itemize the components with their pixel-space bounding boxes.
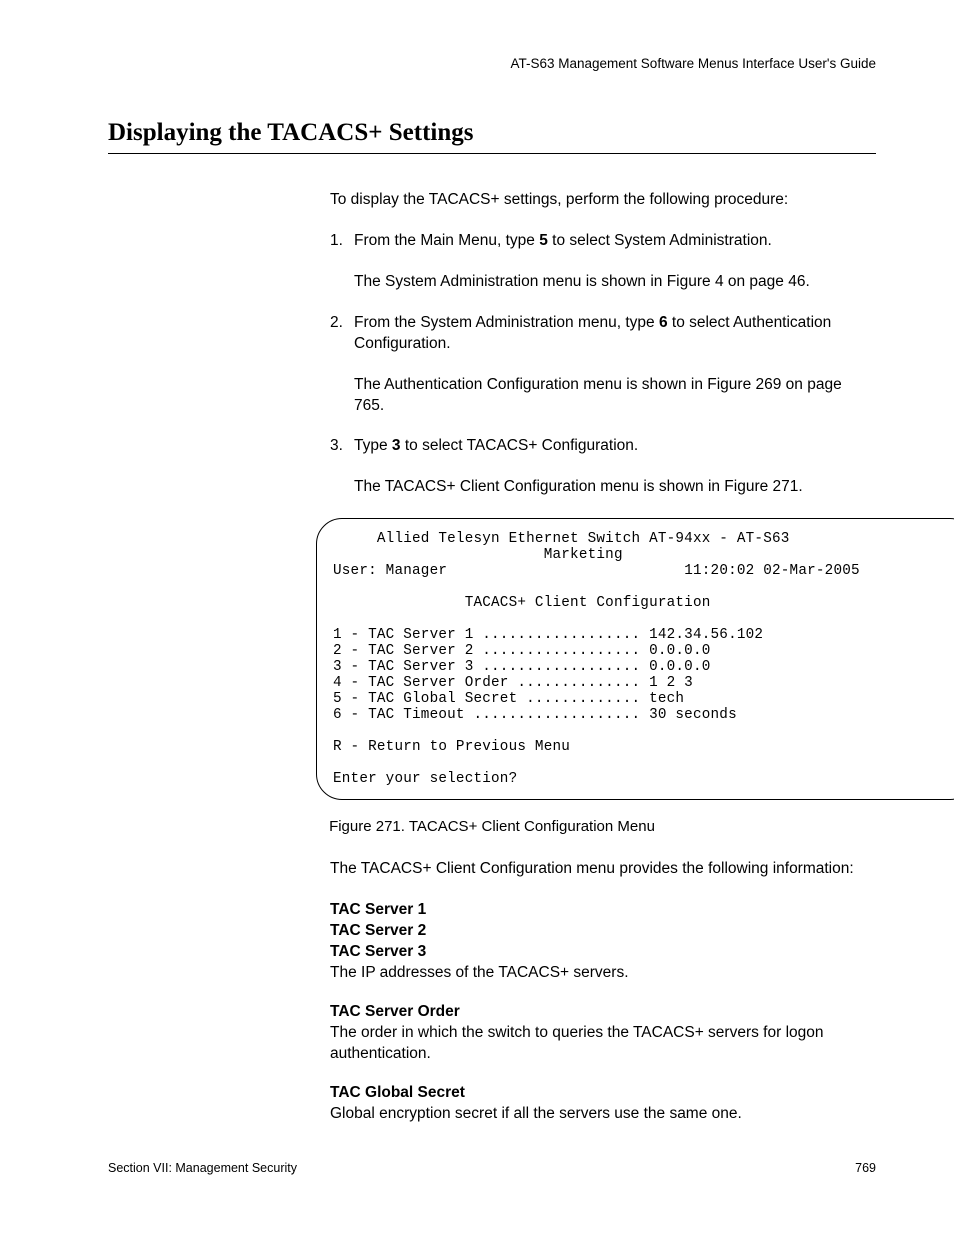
def-global-secret-heading: TAC Global Secret bbox=[330, 1083, 876, 1104]
def-tac-server-2: TAC Server 2 bbox=[330, 921, 876, 942]
menu-item-3: 3 - TAC Server 3 .................. 0.0.… bbox=[333, 659, 711, 675]
menu-item-5: 5 - TAC Global Secret ............. tech bbox=[333, 691, 684, 707]
def-global-secret-body: Global encryption secret if all the serv… bbox=[330, 1104, 876, 1125]
menu-return: R - Return to Previous Menu bbox=[333, 739, 570, 755]
step-2-key: 6 bbox=[659, 314, 668, 331]
step-3-key: 3 bbox=[392, 437, 401, 454]
step-1-note: The System Administration menu is shown … bbox=[354, 272, 876, 293]
step-3-note: The TACACS+ Client Configuration menu is… bbox=[354, 477, 876, 498]
section-title: Displaying the TACACS+ Settings bbox=[108, 119, 876, 147]
def-tac-server-3: TAC Server 3 bbox=[330, 942, 876, 963]
step-3-pre: Type bbox=[354, 437, 392, 454]
menu-user: User: Manager bbox=[333, 563, 447, 579]
footer-section: Section VII: Management Security bbox=[108, 1161, 297, 1175]
content-column-2: The TACACS+ Client Configuration menu pr… bbox=[330, 859, 876, 1124]
def-servers-body: The IP addresses of the TACACS+ servers. bbox=[330, 963, 876, 984]
terminal-menu-box: Allied Telesyn Ethernet Switch AT-94xx -… bbox=[316, 518, 954, 800]
step-3-post: to select TACACS+ Configuration. bbox=[401, 437, 639, 454]
step-1-number: 1. bbox=[330, 231, 343, 252]
intro-text: To display the TACACS+ settings, perform… bbox=[330, 190, 876, 211]
def-server-order-heading: TAC Server Order bbox=[330, 1002, 876, 1023]
running-header: AT-S63 Management Software Menus Interfa… bbox=[108, 56, 876, 71]
menu-title: TACACS+ Client Configuration bbox=[333, 595, 711, 611]
menu-item-6: 6 - TAC Timeout ................... 30 s… bbox=[333, 707, 737, 723]
after-figure-text: The TACACS+ Client Configuration menu pr… bbox=[330, 859, 876, 880]
step-1: 1. From the Main Menu, type 5 to select … bbox=[330, 231, 876, 252]
title-rule bbox=[108, 153, 876, 154]
footer-page-number: 769 bbox=[855, 1161, 876, 1175]
menu-header-2: Marketing bbox=[333, 547, 623, 563]
menu-timestamp: 11:20:02 02-Mar-2005 bbox=[684, 563, 860, 579]
menu-item-1: 1 - TAC Server 1 .................. 142.… bbox=[333, 627, 763, 643]
menu-item-2: 2 - TAC Server 2 .................. 0.0.… bbox=[333, 643, 711, 659]
step-2-pre: From the System Administration menu, typ… bbox=[354, 314, 659, 331]
content-column: To display the TACACS+ settings, perform… bbox=[330, 190, 876, 498]
definition-servers: TAC Server 1 TAC Server 2 TAC Server 3 T… bbox=[330, 900, 876, 984]
step-3: 3. Type 3 to select TACACS+ Configuratio… bbox=[330, 436, 876, 457]
step-1-post: to select System Administration. bbox=[548, 232, 772, 249]
page-footer: Section VII: Management Security 769 bbox=[108, 1161, 876, 1175]
step-2: 2. From the System Administration menu, … bbox=[330, 313, 876, 355]
figure-caption: Figure 271. TACACS+ Client Configuration… bbox=[108, 818, 876, 835]
menu-prompt: Enter your selection? bbox=[333, 771, 517, 787]
step-1-pre: From the Main Menu, type bbox=[354, 232, 539, 249]
definition-global-secret: TAC Global Secret Global encryption secr… bbox=[330, 1083, 876, 1125]
page: AT-S63 Management Software Menus Interfa… bbox=[0, 0, 954, 1235]
step-2-note: The Authentication Configuration menu is… bbox=[354, 375, 876, 417]
step-2-number: 2. bbox=[330, 313, 343, 334]
step-3-number: 3. bbox=[330, 436, 343, 457]
step-1-key: 5 bbox=[539, 232, 548, 249]
def-tac-server-1: TAC Server 1 bbox=[330, 900, 876, 921]
menu-header-1: Allied Telesyn Ethernet Switch AT-94xx -… bbox=[333, 531, 790, 547]
menu-item-4: 4 - TAC Server Order .............. 1 2 … bbox=[333, 675, 693, 691]
definition-server-order: TAC Server Order The order in which the … bbox=[330, 1002, 876, 1065]
def-server-order-body: The order in which the switch to queries… bbox=[330, 1023, 876, 1065]
